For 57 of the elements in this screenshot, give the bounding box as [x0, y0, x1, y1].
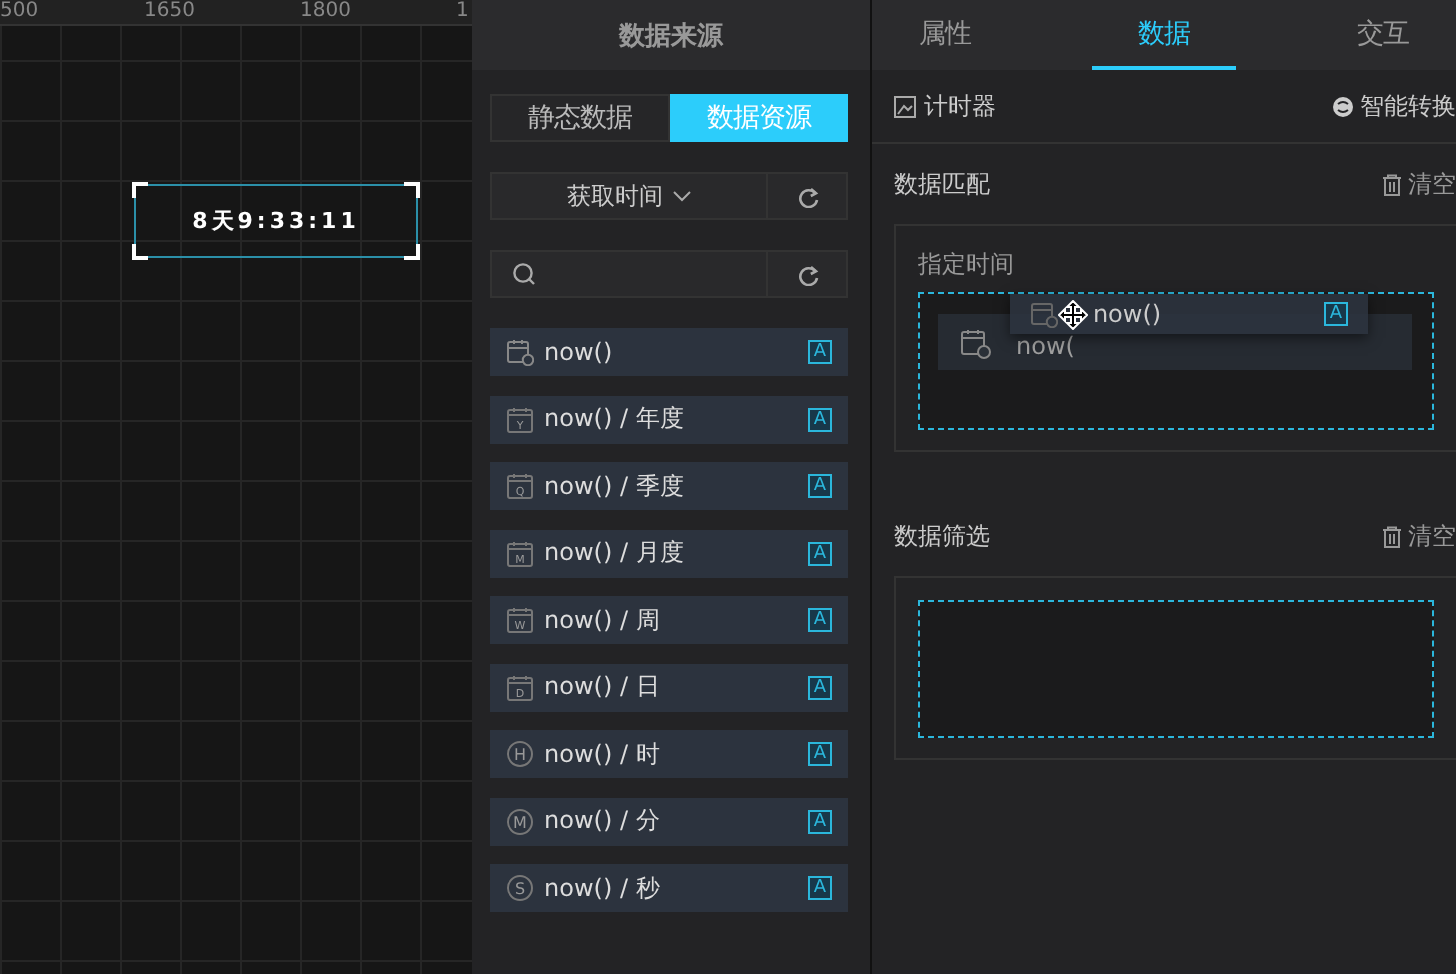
tab[interactable]: 交互 — [1310, 0, 1456, 70]
segment-button[interactable]: 静态数据 — [490, 94, 669, 142]
refresh-icon — [795, 184, 819, 208]
panel-title: 数据来源 — [472, 0, 870, 70]
tab[interactable]: 数据 — [1091, 0, 1237, 70]
trash-icon — [1382, 173, 1402, 195]
drop-zone[interactable] — [918, 600, 1434, 738]
data-field-item[interactable]: now() A — [490, 328, 848, 376]
text-type-icon: A — [808, 608, 832, 632]
chevron-down-icon — [671, 190, 691, 202]
clear-button[interactable]: 清空 — [1382, 519, 1456, 553]
smart-convert-button[interactable]: 智能转换 — [1332, 89, 1456, 123]
resize-handle[interactable] — [132, 244, 148, 260]
ruler-label: 1 — [456, 0, 469, 24]
refresh-icon — [795, 262, 819, 286]
resize-handle[interactable] — [404, 244, 420, 260]
text-type-icon: A — [808, 407, 832, 431]
text-type-icon: A — [808, 876, 832, 900]
search-field[interactable] — [490, 250, 768, 298]
dropdown[interactable]: 获取时间 — [490, 172, 768, 220]
trash-icon — [1382, 525, 1402, 547]
tab[interactable]: 属性 — [872, 0, 1018, 70]
resize-handle[interactable] — [132, 182, 148, 198]
text-type-icon: A — [808, 474, 832, 498]
resize-handle[interactable] — [404, 182, 420, 198]
data-field-item[interactable]: S now() / 秒 A — [490, 864, 848, 912]
ruler-label: 500 — [0, 0, 39, 24]
text-type-icon: A — [808, 541, 832, 565]
component-name: 计时器 — [924, 89, 996, 123]
section-title: 数据匹配 — [894, 167, 990, 201]
ruler-label: 1800 — [300, 0, 351, 24]
countdown-text: 8天9:33:11 — [192, 206, 360, 236]
move-cursor-icon — [1058, 300, 1088, 330]
circle-letter-icon: M — [506, 807, 534, 835]
search-icon — [512, 262, 536, 286]
field-label: 指定时间 — [918, 248, 1016, 282]
ruler-label: 1650 — [144, 0, 195, 24]
circle-letter-icon: H — [506, 740, 534, 768]
circle-letter-icon: S — [506, 874, 534, 902]
text-type-icon: A — [808, 340, 832, 364]
calendar-clock-icon — [506, 338, 534, 366]
section-title: 数据筛选 — [894, 519, 990, 553]
timer-widget[interactable]: 8天9:33:11 — [134, 184, 418, 258]
dragged-item[interactable]: now() A — [1010, 294, 1368, 334]
clear-button[interactable]: 清空 — [1382, 167, 1456, 201]
text-type-icon: A — [1324, 302, 1348, 326]
data-field-item[interactable]: M now() / 分 A — [490, 797, 848, 845]
data-field-item[interactable]: H now() / 时 A — [490, 730, 848, 778]
calendar-clock-icon — [960, 328, 992, 360]
text-type-icon: A — [808, 675, 832, 699]
text-type-icon: A — [808, 809, 832, 833]
refresh-button[interactable] — [768, 172, 848, 220]
refresh-button[interactable] — [768, 250, 848, 298]
image-icon — [894, 95, 916, 117]
drop-zone[interactable]: now( now() A — [918, 292, 1434, 430]
calendar-clock-icon — [1030, 300, 1058, 328]
text-type-icon: A — [808, 742, 832, 766]
